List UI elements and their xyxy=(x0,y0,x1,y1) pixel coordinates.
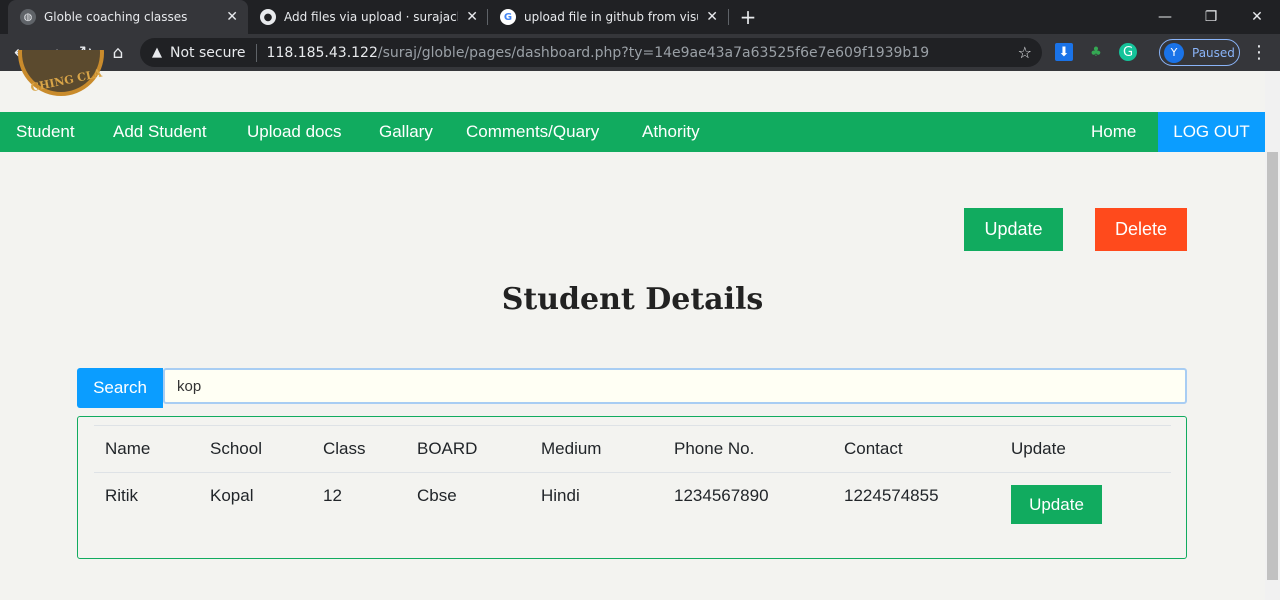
grammarly-icon[interactable]: G xyxy=(1119,43,1137,61)
more-menu-icon[interactable]: ⋮ xyxy=(1250,42,1268,63)
nav-comments-quary[interactable]: Comments/Quary xyxy=(466,112,599,152)
tree-extension-icon[interactable]: ♣ xyxy=(1087,43,1105,61)
page-title: Student Details xyxy=(501,282,764,317)
nav-student[interactable]: Student xyxy=(16,112,75,152)
update-button[interactable]: Update xyxy=(964,208,1063,251)
row-update-button[interactable]: Update xyxy=(1011,485,1102,524)
github-icon: ● xyxy=(260,9,276,25)
bookmark-star-icon[interactable]: ☆ xyxy=(1018,43,1032,62)
close-tab-icon[interactable]: ✕ xyxy=(466,9,478,25)
cell-name: Ritik xyxy=(105,486,139,505)
security-label[interactable]: Not secure xyxy=(170,45,246,61)
scrollbar-thumb[interactable] xyxy=(1267,152,1278,580)
header-school: School xyxy=(210,439,262,458)
minimize-icon[interactable]: — xyxy=(1142,0,1188,34)
omnibox-divider xyxy=(255,43,257,62)
tab-title: Globle coaching classes xyxy=(44,10,188,24)
google-icon: G xyxy=(500,9,516,25)
delete-button[interactable]: Delete xyxy=(1095,208,1187,251)
tab-globle-coaching[interactable]: ◍ Globle coaching classes ✕ xyxy=(8,0,248,34)
tab-strip: ◍ Globle coaching classes ✕ ● Add files … xyxy=(0,0,1280,34)
header-phone: Phone No. xyxy=(674,439,755,458)
nav-home[interactable]: Home xyxy=(1091,112,1136,152)
header-medium: Medium xyxy=(541,439,602,458)
cell-medium: Hindi xyxy=(541,486,580,505)
tab-github-upload[interactable]: ● Add files via upload · surajack12/ ✕ xyxy=(248,0,488,34)
search-button[interactable]: Search xyxy=(77,368,163,408)
browser-toolbar: ← → ↻ ⌂ ▲ Not secure 118.185.43.122/sura… xyxy=(0,34,1280,71)
new-tab-button[interactable]: + xyxy=(737,4,759,30)
cell-class: 12 xyxy=(323,486,342,505)
logout-button[interactable]: LOG OUT xyxy=(1158,112,1265,152)
cell-phone: 1234567890 xyxy=(674,486,769,505)
close-window-icon[interactable]: ✕ xyxy=(1234,0,1280,34)
table-header-rule xyxy=(94,472,1171,473)
main-nav: Student Add Student Upload docs Gallary … xyxy=(0,112,1265,152)
tab-title: Add files via upload · surajack12/ xyxy=(284,10,458,24)
header-class: Class xyxy=(323,439,366,458)
site-logo[interactable]: CHING CLA xyxy=(18,50,104,96)
address-bar[interactable]: ▲ Not secure 118.185.43.122/suraj/globle… xyxy=(140,38,1042,67)
header-board: BOARD xyxy=(417,439,478,458)
url-host: 118.185.43.122 xyxy=(266,44,378,61)
close-tab-icon[interactable]: ✕ xyxy=(706,9,718,25)
header-name: Name xyxy=(105,439,151,458)
nav-upload-docs[interactable]: Upload docs xyxy=(247,112,342,152)
tab-divider xyxy=(728,9,729,25)
close-tab-icon[interactable]: ✕ xyxy=(226,9,238,25)
avatar: Y xyxy=(1164,42,1184,63)
globe-icon: ◍ xyxy=(20,9,36,25)
nav-add-student[interactable]: Add Student xyxy=(113,112,207,152)
profile-button[interactable]: Y Paused xyxy=(1159,39,1240,66)
header-contact: Contact xyxy=(844,439,903,458)
tab-title: upload file in github from visual xyxy=(524,10,699,24)
search-input[interactable] xyxy=(163,368,1187,404)
header-update: Update xyxy=(1011,439,1066,458)
profile-status: Paused xyxy=(1192,45,1235,60)
home-icon[interactable]: ⌂ xyxy=(106,41,130,65)
results-table: Name School Class BOARD Medium Phone No.… xyxy=(77,416,1187,559)
warning-icon[interactable]: ▲ xyxy=(152,45,162,60)
tab-google-search[interactable]: G upload file in github from visual ✕ xyxy=(488,0,728,34)
restore-icon[interactable]: ❐ xyxy=(1188,0,1234,34)
cell-board: Cbse xyxy=(417,486,457,505)
cell-contact: 1224574855 xyxy=(844,486,939,505)
nav-gallary[interactable]: Gallary xyxy=(379,112,433,152)
download-extension-icon[interactable]: ⬇ xyxy=(1055,43,1073,61)
cell-school: Kopal xyxy=(210,486,254,505)
url-path: /suraj/globle/pages/dashboard.php?ty=14e… xyxy=(377,44,930,61)
nav-athority[interactable]: Athority xyxy=(642,112,700,152)
table-top-rule xyxy=(94,425,1171,426)
